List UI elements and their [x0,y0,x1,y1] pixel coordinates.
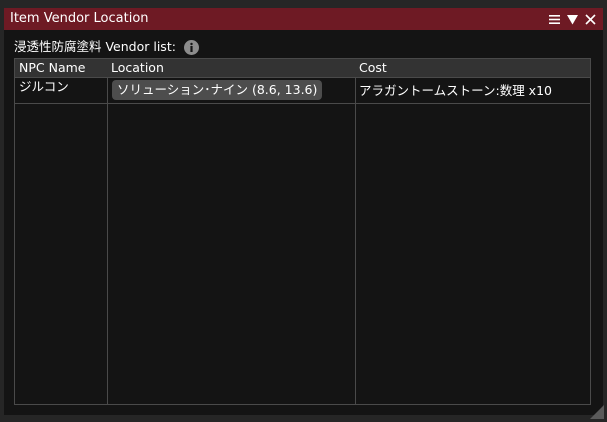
title-bar-controls [548,11,597,27]
menu-icon[interactable] [548,13,561,26]
column-divider [107,58,108,404]
table-row: ジルコン ソリューション･ナイン (8.6, 13.6) アラガントームストーン… [15,78,590,104]
vendor-table: NPC Name Location Cost ジルコン ソリューション･ナイン … [14,58,591,405]
info-icon[interactable] [183,39,199,55]
resize-grip-icon[interactable] [590,405,604,419]
column-header-npc-name[interactable]: NPC Name [15,59,107,77]
collapse-triangle-icon[interactable] [566,13,579,26]
vendor-list-label: 浸透性防腐塗料 Vendor list: [14,39,176,54]
vendor-list-header: 浸透性防腐塗料 Vendor list: [14,39,199,55]
item-vendor-window: Item Vendor Location 浸透性防腐塗料 Vendor list… [0,0,607,422]
window-title: Item Vendor Location [10,11,149,26]
column-divider [355,58,356,404]
close-icon[interactable] [584,13,597,26]
cost-cell: アラガントームストーン:数理 x10 [359,83,552,98]
table-header: NPC Name Location Cost [15,58,590,78]
npc-name-cell: ジルコン [19,79,69,94]
window-content: 浸透性防腐塗料 Vendor list: NPC Name Location C… [4,30,603,415]
column-header-cost[interactable]: Cost [355,59,590,77]
column-header-location[interactable]: Location [107,59,355,77]
title-bar[interactable]: Item Vendor Location [4,8,603,30]
location-button[interactable]: ソリューション･ナイン (8.6, 13.6) [112,80,323,100]
location-cell: ソリューション･ナイン (8.6, 13.6) [107,78,355,103]
